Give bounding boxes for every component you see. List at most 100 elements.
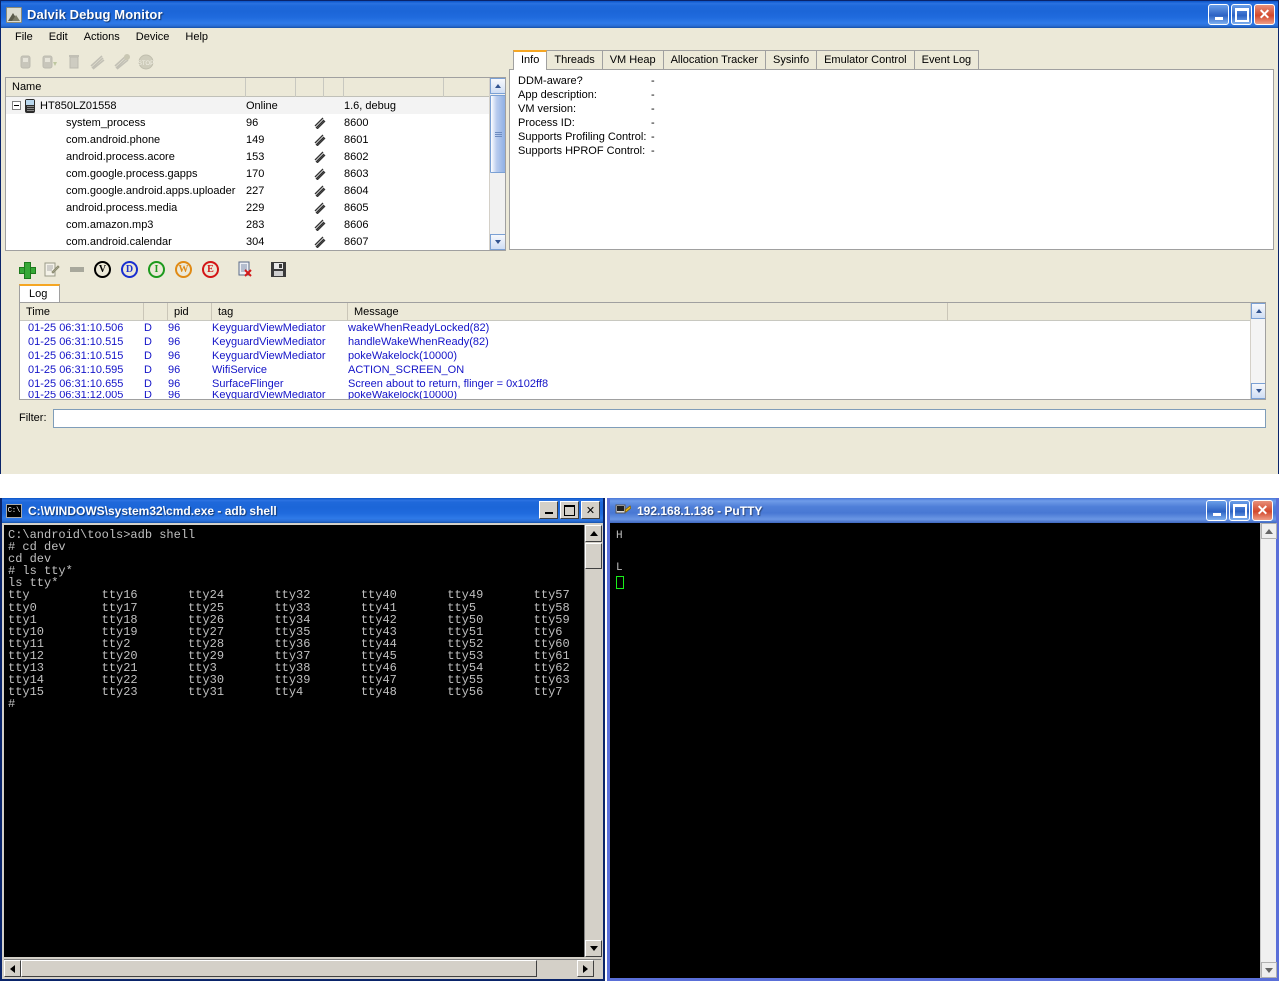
tab-sysinfo[interactable]: Sysinfo	[765, 50, 818, 70]
menu-item-device[interactable]: Device	[128, 30, 178, 44]
maximize-button[interactable]	[1231, 4, 1252, 25]
minimize-button[interactable]	[1208, 4, 1229, 25]
process-row[interactable]: system_process 96 8600	[6, 114, 505, 131]
tab-info[interactable]: Info	[513, 50, 548, 70]
column-header-name[interactable]: Name	[6, 78, 246, 97]
edit-filter-icon[interactable]	[44, 262, 60, 277]
device-list-scrollbar[interactable]	[489, 78, 505, 250]
cmd-vertical-scrollbar[interactable]	[584, 525, 602, 957]
log-column-message[interactable]: Message	[348, 303, 948, 321]
close-button[interactable]: ✕	[1254, 4, 1275, 25]
log-column-level[interactable]	[144, 303, 168, 321]
cmd-scroll-left-button[interactable]	[4, 960, 21, 977]
add-filter-icon[interactable]	[19, 261, 36, 279]
log-column-time[interactable]: Time	[20, 303, 144, 321]
process-row[interactable]: com.android.calendar 304 8607	[6, 233, 505, 250]
device-status: Online	[246, 99, 278, 112]
log-level-verbose-button[interactable]: V	[94, 260, 111, 278]
log-row[interactable]: 01-25 06:31:10.506 D 96 KeyguardViewMedi…	[20, 321, 1265, 335]
log-level-info-button[interactable]: I	[148, 260, 165, 278]
debug-process-alt-icon[interactable]	[41, 53, 59, 71]
debug-process-icon[interactable]	[17, 53, 35, 71]
log-level: D	[144, 378, 152, 390]
save-log-icon[interactable]	[271, 261, 286, 277]
filter-input[interactable]	[52, 408, 1266, 428]
process-row[interactable]: com.google.process.gapps 170 8603	[6, 165, 505, 182]
log-row[interactable]: 01-25 06:31:10.515 D 96 KeyguardViewMedi…	[20, 349, 1265, 363]
process-name: system_process	[66, 116, 146, 129]
process-row[interactable]: com.google.android.apps.uploader 227 860…	[6, 182, 505, 199]
device-row[interactable]: HT850LZ01558 Online 1.6, debug	[6, 97, 505, 114]
process-pid: 153	[246, 150, 265, 163]
process-name: com.google.android.apps.uploader	[66, 184, 236, 197]
log-level-debug-button[interactable]: D	[121, 260, 138, 278]
log-level: D	[144, 322, 152, 334]
putty-console-output[interactable]: H L	[610, 523, 1260, 978]
log-row[interactable]: 01-25 06:31:10.655 D 96 SurfaceFlinger S…	[20, 377, 1265, 391]
column-header-3[interactable]	[296, 78, 324, 97]
column-header-2[interactable]	[246, 78, 296, 97]
log-scrollbar[interactable]	[1250, 303, 1265, 399]
device-toolbar: STOP	[5, 49, 506, 75]
scroll-down-button[interactable]	[490, 234, 505, 250]
log-row[interactable]: 01-25 06:31:10.595 D 96 WifiService ACTI…	[20, 363, 1265, 377]
tab-event-log[interactable]: Event Log	[913, 50, 980, 70]
tab-log[interactable]: Log	[19, 284, 61, 302]
cmd-scroll-right-button[interactable]	[577, 960, 594, 977]
cmd-titlebar[interactable]: C:\ C:\WINDOWS\system32\cmd.exe - adb sh…	[2, 498, 603, 523]
process-row[interactable]: com.android.phone 149 8601	[6, 131, 505, 148]
putty-close-button[interactable]: ✕	[1252, 500, 1273, 521]
putty-scroll-up-button[interactable]	[1261, 523, 1277, 539]
column-header-5[interactable]	[344, 78, 444, 97]
cmd-maximize-button[interactable]	[560, 501, 579, 519]
menu-item-actions[interactable]: Actions	[76, 30, 128, 44]
column-header-4[interactable]	[324, 78, 344, 97]
cmd-scroll-thumb[interactable]	[585, 543, 602, 569]
log-level: D	[144, 364, 152, 376]
scroll-thumb[interactable]	[490, 95, 505, 173]
log-row[interactable]: 01-25 06:31:12.005 D 96 KeyguardViewMedi…	[20, 391, 1265, 399]
cmd-horizontal-scrollbar[interactable]	[4, 959, 601, 977]
tab-threads[interactable]: Threads	[546, 50, 603, 70]
remove-filter-icon[interactable]	[70, 266, 84, 272]
cmd-hscroll-thumb[interactable]	[21, 960, 537, 977]
putty-window-controls: ✕	[1206, 500, 1273, 521]
cmd-minimize-button[interactable]	[539, 501, 558, 519]
heap-updates-icon[interactable]	[113, 53, 131, 71]
log-message: Screen about to return, flinger = 0x102f…	[348, 378, 549, 390]
process-row[interactable]: android.process.media 229 8605	[6, 199, 505, 216]
log-column-tag[interactable]: tag	[212, 303, 348, 321]
scroll-up-button[interactable]	[490, 78, 505, 94]
log-toolbar: V D I W E	[5, 255, 1274, 283]
ddm-titlebar[interactable]: Dalvik Debug Monitor ✕	[1, 1, 1278, 28]
log-row[interactable]: 01-25 06:31:10.515 D 96 KeyguardViewMedi…	[20, 335, 1265, 349]
collapse-expander-icon[interactable]	[12, 101, 21, 110]
putty-maximize-button[interactable]	[1229, 500, 1250, 521]
cmd-console-output[interactable]: C:\android\tools>adb shell # cd dev cd d…	[4, 525, 601, 957]
tab-vm-heap[interactable]: VM Heap	[601, 50, 664, 70]
putty-minimize-button[interactable]	[1206, 500, 1227, 521]
cmd-scroll-down-button[interactable]	[585, 940, 602, 957]
log-column-pid[interactable]: pid	[168, 303, 212, 321]
cmd-close-button[interactable]: ✕	[581, 501, 600, 519]
terminal-cursor	[616, 576, 624, 589]
trash-icon[interactable]	[65, 53, 83, 71]
thread-updates-icon[interactable]	[89, 53, 107, 71]
menu-item-edit[interactable]: Edit	[41, 30, 76, 44]
process-row[interactable]: com.amazon.mp3 283 8606	[6, 216, 505, 233]
process-row[interactable]: android.process.acore 153 8602	[6, 148, 505, 165]
log-scroll-up-button[interactable]	[1251, 303, 1265, 319]
putty-scrollbar[interactable]	[1260, 523, 1277, 978]
log-level-error-button[interactable]: E	[202, 260, 219, 278]
putty-titlebar[interactable]: 192.168.1.136 - PuTTY ✕	[610, 498, 1276, 523]
menu-item-help[interactable]: Help	[177, 30, 216, 44]
stop-icon[interactable]: STOP	[137, 53, 155, 71]
menu-item-file[interactable]: File	[7, 30, 41, 44]
log-level-warn-button[interactable]: W	[175, 260, 192, 278]
putty-scroll-down-button[interactable]	[1261, 962, 1277, 978]
clear-log-icon[interactable]	[237, 261, 253, 277]
tab-allocation-tracker[interactable]: Allocation Tracker	[662, 50, 767, 70]
tab-emulator-control[interactable]: Emulator Control	[816, 50, 915, 70]
log-scroll-down-button[interactable]	[1251, 383, 1265, 399]
cmd-scroll-up-button[interactable]	[585, 525, 602, 542]
